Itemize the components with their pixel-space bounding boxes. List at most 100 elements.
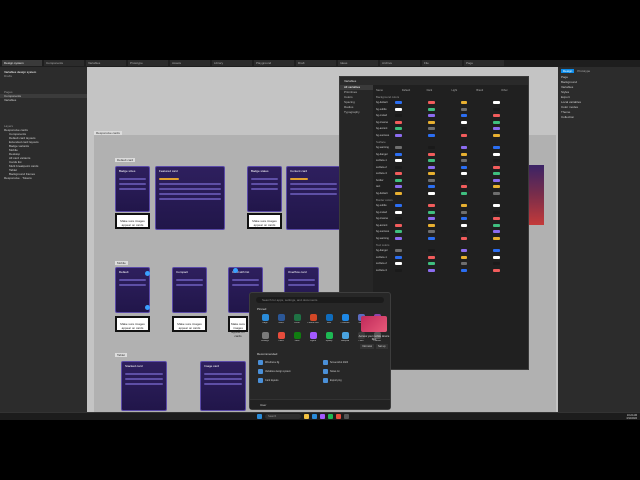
variable-name[interactable]: bg-accent — [376, 127, 395, 130]
color-swatch[interactable] — [395, 262, 402, 266]
color-swatch[interactable] — [460, 159, 468, 163]
color-swatch[interactable] — [395, 249, 402, 253]
color-swatch[interactable] — [427, 159, 435, 163]
color-swatch[interactable] — [395, 165, 402, 169]
color-swatch[interactable] — [460, 178, 468, 182]
tab-9[interactable]: Archive — [380, 60, 420, 66]
variable-name[interactable]: bg-muted — [376, 211, 395, 214]
color-swatch[interactable] — [460, 262, 468, 266]
app-tile[interactable]: Mail — [322, 314, 336, 328]
color-swatch[interactable] — [493, 172, 500, 176]
color-swatch[interactable] — [493, 120, 500, 124]
app-tile[interactable]: PowerPoint — [306, 314, 320, 328]
terminal-icon[interactable] — [344, 414, 349, 419]
app-tile[interactable]: Word — [274, 314, 288, 328]
app-tile[interactable]: Edge — [258, 314, 272, 328]
tab-8[interactable]: Ideas — [338, 60, 378, 66]
variable-name[interactable]: bg-warning — [376, 237, 395, 240]
layer-item[interactable]: Responsive · Tokens — [0, 176, 87, 180]
page-item-variables[interactable]: Variables — [0, 98, 87, 102]
tab-5[interactable]: Library — [212, 60, 252, 66]
tab-11[interactable]: Page — [464, 60, 504, 66]
color-swatch[interactable] — [395, 101, 402, 105]
color-swatch[interactable] — [493, 133, 500, 137]
app-icon[interactable] — [336, 414, 341, 419]
app-tile[interactable]: Excel — [290, 314, 304, 328]
color-swatch[interactable] — [460, 223, 468, 227]
app-tile[interactable]: Spotify — [322, 332, 336, 346]
color-swatch[interactable] — [427, 191, 435, 195]
color-swatch[interactable] — [493, 101, 500, 105]
color-swatch[interactable] — [493, 185, 500, 189]
color-swatch[interactable] — [493, 223, 500, 227]
color-swatch[interactable] — [460, 191, 468, 195]
variable-name[interactable]: bg-default — [376, 192, 395, 195]
color-swatch[interactable] — [460, 210, 468, 214]
app-tile[interactable]: Settings — [258, 332, 272, 346]
variable-name[interactable]: surface-1 — [376, 256, 395, 259]
variable-name[interactable]: bg-success — [376, 230, 395, 233]
color-swatch[interactable] — [427, 146, 435, 150]
color-swatch[interactable] — [493, 249, 500, 253]
color-swatch[interactable] — [460, 268, 468, 272]
variable-name[interactable]: surface-3 — [376, 172, 395, 175]
color-swatch[interactable] — [395, 210, 402, 214]
color-swatch[interactable] — [395, 217, 402, 221]
edge-icon[interactable] — [312, 414, 317, 419]
variable-name[interactable]: bg-danger — [376, 153, 395, 156]
color-swatch[interactable] — [427, 101, 435, 105]
tab-0[interactable]: Design system — [2, 60, 42, 66]
color-swatch[interactable] — [395, 159, 402, 163]
color-swatch[interactable] — [395, 236, 402, 240]
color-swatch[interactable] — [493, 178, 500, 182]
color-swatch[interactable] — [395, 223, 402, 227]
variable-name[interactable]: surface-2 — [376, 166, 395, 169]
selection-handle[interactable] — [145, 305, 150, 310]
color-swatch[interactable] — [493, 114, 500, 118]
color-swatch[interactable] — [427, 178, 435, 182]
color-swatch[interactable] — [460, 107, 468, 111]
color-swatch[interactable] — [493, 146, 500, 150]
tab-1[interactable]: Components — [44, 60, 84, 66]
color-swatch[interactable] — [493, 268, 500, 272]
color-swatch[interactable] — [460, 133, 468, 137]
variable-name[interactable]: text — [376, 185, 395, 188]
tab-prototype[interactable]: Prototype — [577, 69, 590, 73]
selection-handle[interactable] — [145, 271, 150, 276]
color-swatch[interactable] — [395, 255, 402, 259]
color-swatch[interactable] — [395, 191, 402, 195]
start-search-input[interactable]: Search for apps, settings, and documents — [256, 297, 384, 303]
variable-name[interactable]: surface-1 — [376, 159, 395, 162]
variable-name[interactable]: bg-accent — [376, 224, 395, 227]
recommended-item[interactable]: Variables design system — [258, 368, 317, 374]
color-swatch[interactable] — [493, 255, 500, 259]
color-swatch[interactable] — [460, 185, 468, 189]
variable-name[interactable]: bg-subtle — [376, 108, 395, 111]
color-swatch[interactable] — [427, 223, 435, 227]
color-swatch[interactable] — [493, 230, 500, 234]
start-icon[interactable] — [257, 414, 262, 419]
color-swatch[interactable] — [427, 249, 435, 253]
color-swatch[interactable] — [395, 107, 402, 111]
color-swatch[interactable] — [427, 268, 435, 272]
color-swatch[interactable] — [427, 172, 435, 176]
color-swatch[interactable] — [427, 165, 435, 169]
color-swatch[interactable] — [427, 262, 435, 266]
color-swatch[interactable] — [460, 114, 468, 118]
card-badge-states[interactable]: Badge states — [247, 166, 282, 212]
color-swatch[interactable] — [427, 120, 435, 124]
color-swatch[interactable] — [460, 101, 468, 105]
card-image[interactable]: Image card — [200, 361, 246, 411]
color-swatch[interactable] — [460, 230, 468, 234]
recommended-item[interactable]: Card layouts — [258, 377, 317, 383]
app-tile[interactable]: Office — [274, 332, 288, 346]
tab-4[interactable]: Assets — [170, 60, 210, 66]
color-swatch[interactable] — [427, 210, 435, 214]
color-swatch[interactable] — [493, 204, 500, 208]
color-swatch[interactable] — [427, 133, 435, 137]
variable-name[interactable]: surface-2 — [376, 262, 395, 265]
variable-name[interactable]: surface-3 — [376, 269, 395, 272]
card-compact[interactable]: Compact — [172, 267, 207, 313]
tab-2[interactable]: Variables — [86, 60, 126, 66]
color-swatch[interactable] — [493, 236, 500, 240]
